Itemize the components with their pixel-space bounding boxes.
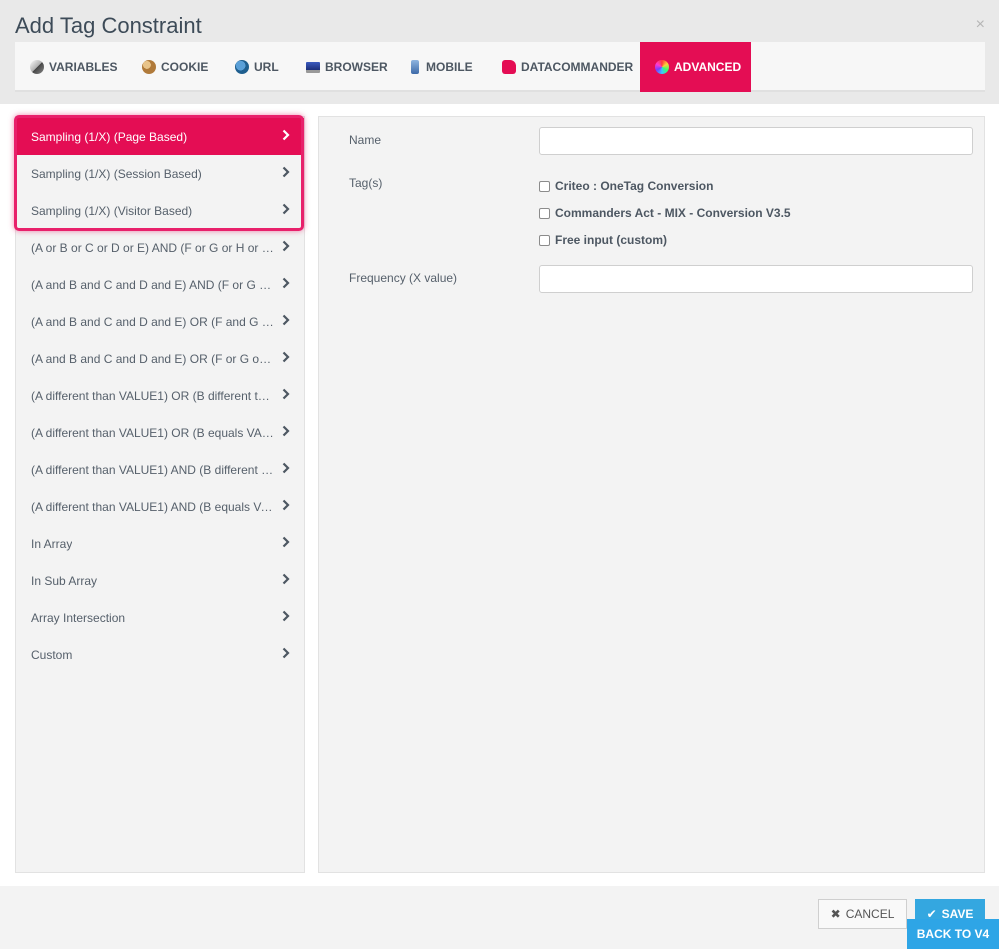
constraint-item-label: Sampling (1/X) (Page Based) bbox=[31, 129, 188, 144]
chevron-right-icon bbox=[282, 610, 290, 622]
thumbs-up-icon bbox=[502, 60, 516, 74]
constraint-form: Name Tag(s) Criteo : OneTag Conversion C… bbox=[318, 116, 985, 873]
constraint-item[interactable]: Sampling (1/X) (Visitor Based) bbox=[16, 192, 304, 229]
constraint-item[interactable]: (A or B or C or D or E) AND (F or G or H… bbox=[16, 229, 304, 266]
constraint-item[interactable]: (A different than VALUE1) OR (B equals V… bbox=[16, 414, 304, 451]
tab-browser[interactable]: BROWSER bbox=[291, 42, 403, 92]
chevron-right-icon bbox=[282, 536, 290, 548]
tag-option: Commanders Act - MIX - Conversion V3.5 bbox=[539, 206, 791, 220]
tab-mobile[interactable]: MOBILE bbox=[396, 42, 488, 92]
constraint-item-label: Array Intersection bbox=[31, 610, 126, 625]
tag-option-label: Free input (custom) bbox=[555, 233, 668, 247]
constraint-item[interactable]: Sampling (1/X) (Session Based) bbox=[16, 155, 304, 192]
frequency-input[interactable] bbox=[539, 265, 973, 293]
cancel-button[interactable]: ✖ CANCEL bbox=[818, 899, 907, 929]
tag-checkbox[interactable] bbox=[539, 234, 550, 246]
constraint-item-label: (A or B or C or D or E) AND (F or G or H… bbox=[31, 240, 274, 255]
chevron-right-icon bbox=[282, 425, 290, 437]
chevron-right-icon bbox=[282, 462, 290, 474]
chevron-right-icon bbox=[282, 573, 290, 585]
chevron-right-icon bbox=[282, 203, 290, 215]
constraint-item-label: In Sub Array bbox=[31, 573, 98, 588]
constraint-item-label: (A and B and C and D and E) OR (F or G o… bbox=[31, 351, 274, 366]
dialog-title: Add Tag Constraint bbox=[15, 13, 202, 38]
chevron-right-icon bbox=[282, 351, 290, 363]
constraint-item-label: Sampling (1/X) (Visitor Based) bbox=[31, 203, 193, 218]
constraint-item[interactable]: (A different than VALUE1) AND (B equals … bbox=[16, 488, 304, 525]
cookie-icon bbox=[142, 60, 156, 74]
tab-advanced[interactable]: ADVANCED bbox=[640, 42, 751, 92]
close-icon[interactable]: × bbox=[976, 16, 985, 34]
constraint-item-label: (A different than VALUE1) OR (B differen… bbox=[31, 388, 274, 403]
constraint-item-label: Custom bbox=[31, 647, 73, 662]
close-icon: ✖ bbox=[830, 907, 841, 921]
color-wheel-icon bbox=[655, 60, 669, 74]
tag-option-label: Criteo : OneTag Conversion bbox=[555, 179, 714, 193]
constraint-item-label: (A different than VALUE1) AND (B equals … bbox=[31, 499, 274, 514]
constraint-type-tabs: VARIABLES COOKIE URL BROWSER MOBILE DATA… bbox=[15, 42, 985, 92]
tab-url[interactable]: URL bbox=[220, 42, 294, 92]
constraint-item-label: (A different than VALUE1) OR (B equals V… bbox=[31, 425, 274, 440]
variables-icon bbox=[30, 60, 44, 74]
constraint-item-label: (A different than VALUE1) AND (B differe… bbox=[31, 462, 274, 477]
chevron-right-icon bbox=[282, 499, 290, 511]
constraint-item[interactable]: In Array bbox=[16, 525, 304, 562]
chevron-right-icon bbox=[282, 388, 290, 400]
constraint-item[interactable]: Custom bbox=[16, 636, 304, 673]
constraint-item[interactable]: (A and B and C and D and E) OR (F and G … bbox=[16, 303, 304, 340]
tab-variables[interactable]: VARIABLES bbox=[15, 42, 132, 92]
constraint-item[interactable]: In Sub Array bbox=[16, 562, 304, 599]
tab-cookie[interactable]: COOKIE bbox=[127, 42, 223, 92]
chevron-right-icon bbox=[282, 166, 290, 178]
tag-checkbox[interactable] bbox=[539, 207, 550, 219]
tag-checkbox[interactable] bbox=[539, 180, 550, 192]
name-label: Name bbox=[349, 133, 382, 147]
constraint-item[interactable]: (A different than VALUE1) AND (B differe… bbox=[16, 451, 304, 488]
chevron-right-icon bbox=[282, 277, 290, 289]
constraint-item-label: Sampling (1/X) (Session Based) bbox=[31, 166, 202, 181]
constraint-item[interactable]: (A and B and C and D and E) OR (F or G o… bbox=[16, 340, 304, 377]
dialog-header: Add Tag Constraint × VARIABLES COOKIE UR… bbox=[0, 0, 999, 104]
constraint-item[interactable]: (A and B and C and D and E) AND (F or G … bbox=[16, 266, 304, 303]
constraint-item-label: (A and B and C and D and E) AND (F or G … bbox=[31, 277, 274, 292]
constraint-item[interactable]: Sampling (1/X) (Page Based) bbox=[16, 118, 304, 155]
constraint-list: Sampling (1/X) (Page Based) Sampling (1/X… bbox=[15, 116, 305, 873]
constraint-item[interactable]: (A different than VALUE1) OR (B differen… bbox=[16, 377, 304, 414]
constraint-item-label: In Array bbox=[31, 536, 73, 551]
chevron-right-icon bbox=[282, 647, 290, 659]
monitor-icon bbox=[306, 61, 320, 73]
globe-icon bbox=[235, 60, 249, 74]
frequency-label: Frequency (X value) bbox=[349, 271, 458, 285]
tag-option: Criteo : OneTag Conversion bbox=[539, 179, 713, 193]
back-to-v4-button[interactable]: BACK TO V4 bbox=[907, 919, 999, 949]
tab-datacommander[interactable]: DATACOMMANDER bbox=[487, 42, 648, 92]
chevron-right-icon bbox=[282, 314, 290, 326]
tag-option-label: Commanders Act - MIX - Conversion V3.5 bbox=[555, 206, 791, 220]
dialog-body: Sampling (1/X) (Page Based) Sampling (1/X… bbox=[0, 104, 999, 886]
mobile-icon bbox=[411, 60, 419, 74]
constraint-item[interactable]: Array Intersection bbox=[16, 599, 304, 636]
constraint-item-label: (A and B and C and D and E) OR (F and G … bbox=[31, 314, 274, 329]
tags-label: Tag(s) bbox=[349, 176, 383, 190]
chevron-right-icon bbox=[282, 240, 290, 252]
name-input[interactable] bbox=[539, 127, 973, 155]
chevron-right-icon bbox=[282, 129, 290, 141]
tag-option: Free input (custom) bbox=[539, 233, 667, 247]
